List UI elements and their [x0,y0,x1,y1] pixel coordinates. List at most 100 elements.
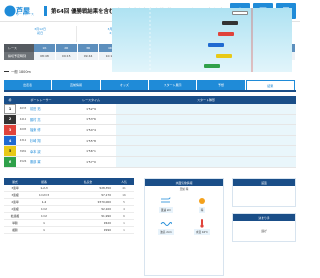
winning-move-body: 逃げ [261,229,267,233]
lower-section: 勝式 組番 払戻金 人気 3連単 1-2-3 ¥28,350 41 3連複 1=… [4,178,296,276]
race-time: 1'57"0 [86,159,96,164]
boat-1-icon [232,11,248,15]
col-racetime: レースタイム [82,98,100,102]
popularity: 5 [123,200,125,204]
bet-kind: 複勝 [12,228,18,232]
col-kind: 勝式 [12,179,18,184]
day-tab-day: 初日 [37,30,44,35]
deadline-time: 08:48 [34,52,56,60]
racer-number: 4412 [19,117,27,121]
race-time: 1'53"6 [86,117,96,122]
logo-subtitle: ボートレース [16,12,34,16]
tab-before-info[interactable]: 直前情報 [52,80,100,90]
popularity: 41 [122,186,126,190]
day-tab-1[interactable]: 3月12日 初日 [4,26,78,42]
payout-amount: ¥28,350 [99,186,111,190]
racer-name[interactable]: 福東 修 [30,127,41,132]
weather-cell: 波高 2cm [149,216,183,236]
refund-header: 返還 [233,179,295,186]
boat-2-icon [222,21,238,25]
weather-label: 晴 [198,206,206,213]
racer-name[interactable]: 藤村 亮 [30,117,41,122]
race-time: 1'56"1 [86,149,96,154]
race-time: 1'55"8 [86,138,96,143]
col-racer: ボートレーサー [30,98,52,102]
racer-name[interactable]: 前田 拓 [30,106,41,111]
table-row[interactable]: 6 4526 服部 翼 1'57"0 [4,156,296,168]
tab-result[interactable]: 結果 [245,80,295,90]
race-info-dash [4,70,9,72]
temp-icon [200,218,204,228]
boat-5-icon [216,54,232,58]
table-row[interactable]: 5 3981 幸本 誠 1'56"1 [4,146,296,157]
boat-3-icon [218,32,234,36]
wind-icon [161,196,171,202]
tab-start-exhibition[interactable]: スタート展示 [148,80,197,90]
weather-label: 風速 2m [158,206,174,213]
bet-combo: 1=2=3 [38,193,50,197]
bet-combo: 1 [43,221,45,225]
tab-entry[interactable]: 出走表 [4,80,52,90]
race-button[interactable]: 2R [55,44,78,52]
formation-cell [116,104,296,114]
formation-cell [116,146,296,156]
sun-icon [199,197,205,204]
bet-combo: 1-2-3 [40,186,48,190]
weather-label: 水温 16℃ [193,228,211,235]
deadline-time: 09:44 [77,52,100,60]
popularity: 1 [123,221,125,225]
payout-row: 3連複 1=2=3 ¥7,170 16 [4,192,134,199]
table-row[interactable]: 2 4412 藤村 亮 1'53"6 [4,114,296,126]
popularity: 1 [123,228,125,232]
racer-cell: 4095 福東 修 [16,125,66,135]
weather-panel: 水面気象情報 天候 晴 風速 2m 晴 波高 2cm 水温 16℃ [144,178,224,276]
refund-body [233,186,295,206]
waku-badge: 4 [4,135,16,146]
payout-amount: ¥370,000 [97,200,111,204]
table-row[interactable]: 4 4312 杉崎 翔 1'55"8 [4,135,296,147]
payout-amount: ¥1,990 [101,214,111,218]
weather-cell: 晴 [185,194,219,214]
bet-kind: 単勝 [12,221,18,225]
payout-row: 2連複 1=2 ¥2,100 4 [4,206,134,213]
racer-cell: 3981 幸本 誠 [16,146,66,156]
waku-badge: 1 [4,104,16,114]
payout-amount: ¥290 [103,228,111,232]
content-tabs: 出走表 直前情報 オッズ スタート展示 予想 結果 [4,80,296,92]
weather-header: 水面気象情報 [145,179,223,186]
weather-cell: 風速 2m [149,194,183,214]
popularity: 4 [123,207,125,211]
col-pop: 人気 [121,179,127,184]
racer-name[interactable]: 幸本 誠 [30,149,41,154]
race-title: 一般 1800m [11,69,31,74]
deadline-row-head: 締切予定時刻 [4,52,34,60]
table-row[interactable]: 3 4095 福東 修 1'54"4 [4,125,296,136]
racer-cell: 4526 服部 翼 [16,157,66,167]
race-button[interactable]: 3R [77,44,100,52]
racer-name[interactable]: 杉崎 翔 [30,138,41,143]
refund-box: 返還 [232,178,296,207]
formation-cell [116,156,296,167]
race-button[interactable]: 1R [34,44,56,52]
formation-cell [116,114,296,125]
racer-cell: 4412 藤村 亮 [16,115,66,125]
racer-number: 3981 [19,149,27,153]
waku-badge: 2 [4,114,16,125]
start-formation-panel [112,8,292,72]
table-row[interactable]: 1 4633 前田 拓 1'52"9 [4,104,296,115]
tab-prediction[interactable]: 予想 [197,80,245,90]
title-marker [44,6,47,16]
payout-header: 勝式 組番 払戻金 人気 [4,178,134,185]
boat-4-icon [208,43,224,47]
payout-row: 拡連複 1=2 ¥1,990 6 [4,213,134,220]
winning-move-box: 決まり手 逃げ [232,213,296,242]
waku-badge: 6 [4,156,16,167]
bet-combo: 1=2 [41,207,47,211]
bet-kind: 2連複 [11,207,19,211]
race-time: 1'54"4 [86,127,96,132]
bet-kind: 2連単 [11,200,19,204]
tab-odds[interactable]: オッズ [100,80,148,90]
payout-row: 3連単 1-2-3 ¥28,350 41 [4,185,134,192]
racer-name[interactable]: 服部 翼 [30,159,41,164]
payout-row: 単勝 1 ¥420 1 [4,220,134,227]
